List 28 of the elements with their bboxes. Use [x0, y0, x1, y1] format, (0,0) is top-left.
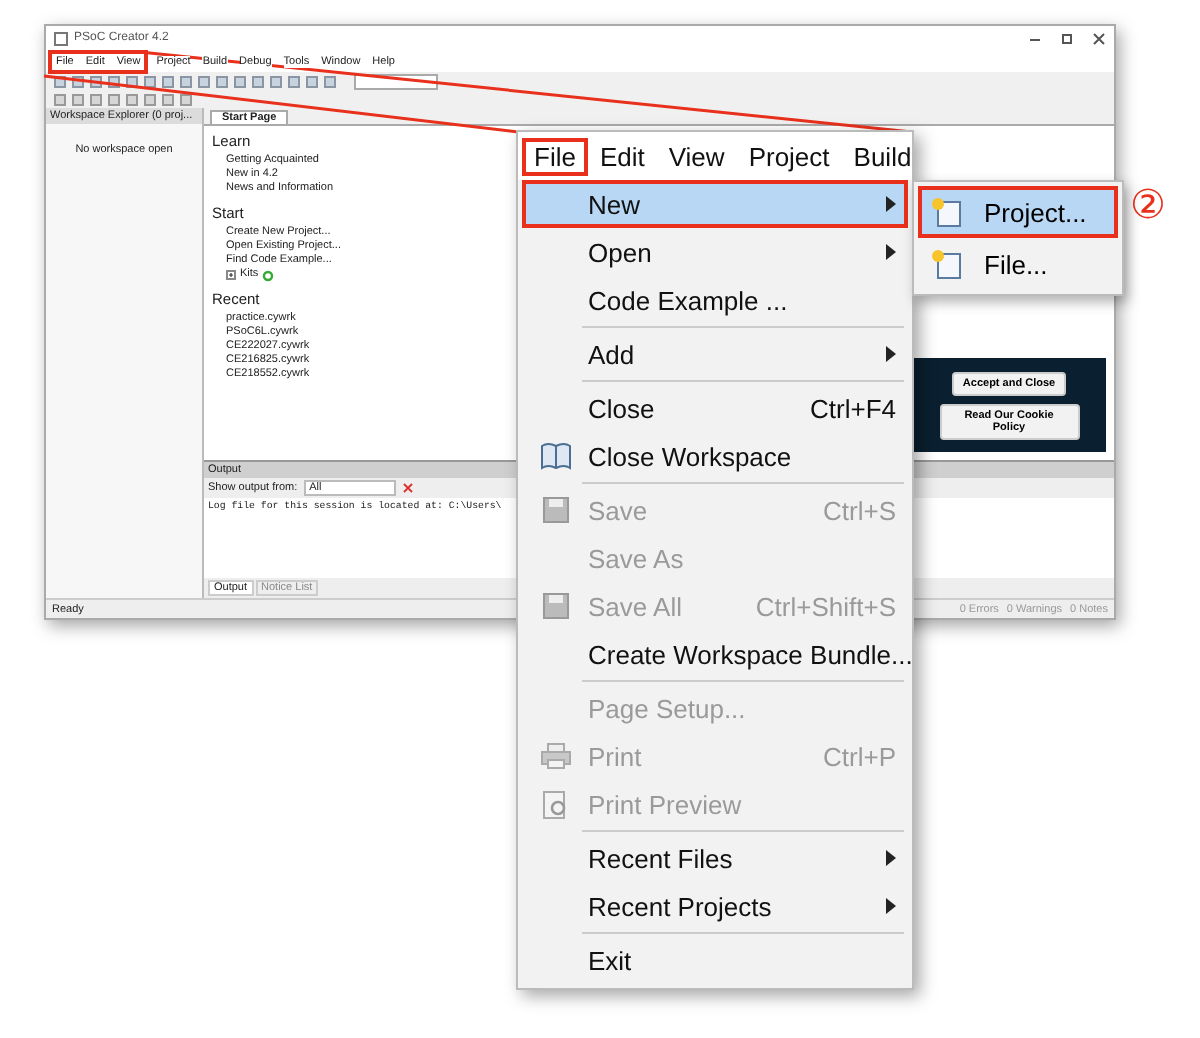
restore-icon[interactable] [1060, 31, 1074, 45]
new-document-icon [928, 196, 964, 228]
menu-item[interactable]: File [522, 137, 588, 175]
clear-icon[interactable] [401, 482, 414, 494]
menu-item[interactable]: Edit [587, 137, 657, 175]
menu-entry[interactable]: Add [522, 330, 908, 378]
menu-entry[interactable]: Exit [522, 936, 908, 984]
menu-item[interactable]: Project [736, 137, 842, 175]
new-document-icon [928, 248, 964, 280]
printer-icon [539, 742, 571, 770]
book-icon [539, 442, 571, 470]
menu-entry[interactable]: Code Example ... [522, 276, 908, 324]
menu-entry[interactable]: Project... [918, 186, 1118, 238]
menu-item[interactable]: View [656, 137, 737, 175]
menu-entry[interactable]: Close Ctrl+F4 [522, 384, 908, 432]
menu-entry[interactable]: Recent Projects [522, 882, 908, 930]
preview-icon [541, 789, 569, 819]
step-number: ② [1130, 180, 1166, 228]
refresh-icon[interactable] [262, 269, 275, 281]
menu-entry[interactable]: Create Workspace Bundle... [522, 630, 908, 678]
expand-icon[interactable] [226, 270, 236, 280]
menu-entry[interactable]: New [522, 180, 908, 228]
app-icon [54, 31, 68, 45]
menu-entry[interactable]: File... [918, 238, 1118, 290]
menu-entry[interactable]: Recent Files [522, 834, 908, 882]
menu-entry[interactable]: Open [522, 228, 908, 276]
menu-item[interactable]: Build [841, 137, 924, 175]
close-icon[interactable] [1092, 31, 1106, 45]
